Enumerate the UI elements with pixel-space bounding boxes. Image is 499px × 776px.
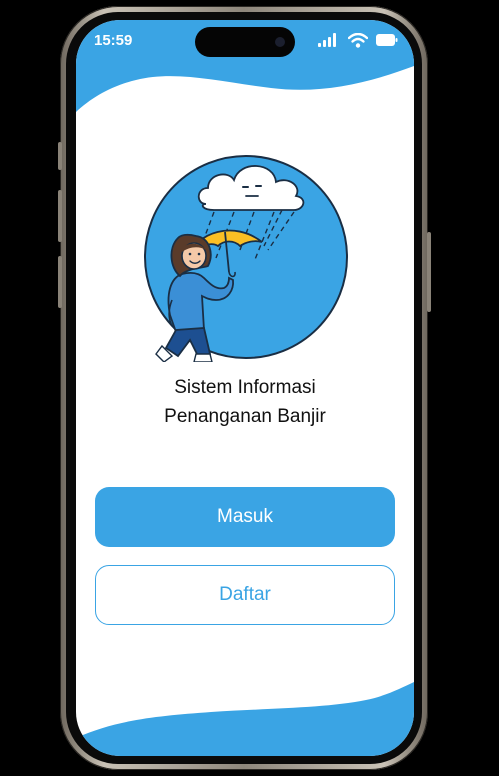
app-title-line-1: Sistem Informasi — [174, 377, 316, 398]
bottom-wave — [76, 682, 414, 756]
signal-icon — [318, 33, 336, 47]
register-button[interactable]: Daftar — [95, 565, 395, 625]
status-time: 15:59 — [94, 32, 133, 49]
dynamic-island — [195, 27, 295, 57]
app-title-line-2: Penanganan Banjir — [164, 406, 326, 427]
person-legs — [164, 327, 212, 358]
volume-up-button — [58, 190, 62, 242]
power-button — [427, 232, 431, 312]
app-screen: 15:59 Sistem Informasi Penanganan Banjir… — [76, 20, 414, 756]
action-button — [58, 142, 62, 170]
login-button[interactable]: Masuk — [95, 487, 395, 547]
flood-rain-umbrella-illustration — [144, 155, 348, 362]
app-title: Sistem Informasi Penanganan Banjir — [76, 373, 414, 431]
wifi-icon — [348, 32, 368, 48]
front-camera — [275, 37, 285, 47]
volume-down-button — [58, 256, 62, 308]
battery-icon — [376, 34, 398, 46]
status-icons — [318, 32, 398, 48]
